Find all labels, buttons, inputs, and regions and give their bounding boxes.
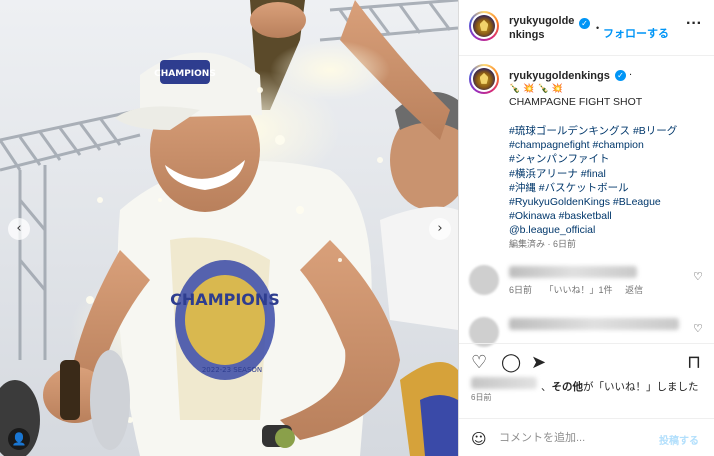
bookmark-save-icon[interactable]: ⊓ [687, 353, 701, 373]
comment-item: ♡ 6日前 「いいね！」1件 返信 [459, 260, 714, 300]
team-logo-icon [473, 15, 495, 37]
hashtag-line[interactable]: #RyukyuGoldenKings #BLeague [509, 195, 709, 209]
comment-composer: ☺ 投稿する [459, 418, 714, 456]
burst-emoji: 💥 [551, 83, 566, 93]
more-options-icon[interactable]: ··· [686, 15, 702, 33]
team-logo-icon [473, 68, 495, 90]
likes-suffix: が「いいね！」しました [583, 381, 699, 393]
share-send-icon[interactable]: ➤ [531, 353, 546, 373]
author-avatar[interactable] [469, 11, 499, 41]
comment-like-icon[interactable]: ♡ [693, 322, 703, 335]
blurred-comment-text [509, 266, 637, 278]
author-username-link[interactable]: ryukyugoldenkings [509, 14, 581, 42]
hashtag-line[interactable]: #琉球ゴールデンキングス #Bリーグ [509, 124, 709, 138]
instagram-post-viewer: CHAMPIONS CHAMPIONS 2022-23 SEASON ‹ › 👤 [0, 0, 714, 456]
blurred-liker-name [471, 377, 537, 389]
post-photo[interactable]: CHAMPIONS CHAMPIONS 2022-23 SEASON ‹ › 👤 [0, 0, 458, 456]
header-separator: • [596, 23, 600, 33]
post-comment-button[interactable]: 投稿する [659, 432, 699, 447]
emoji-picker-icon[interactable]: ☺ [471, 430, 487, 448]
tagged-users-button[interactable]: 👤 [8, 428, 30, 450]
comment-like-icon[interactable]: ♡ [693, 270, 703, 283]
comment-bubble-icon[interactable]: ◯ [501, 353, 521, 373]
blurred-comment-text [509, 318, 679, 330]
shirt-season-text: 2022-23 SEASON [202, 366, 262, 374]
likes-summary: 、その他が「いいね！」しました [459, 372, 714, 402]
likes-others-link[interactable]: その他 [552, 381, 584, 393]
hashtag-line[interactable]: #champagnefight #champion [509, 138, 709, 152]
cap-logo-text: CHAMPIONS [154, 69, 216, 79]
likes-prefix: 、 [541, 381, 552, 393]
comment-likes-count[interactable]: 「いいね！」1件 [545, 285, 613, 295]
hashtag-list: #琉球ゴールデンキングス #Bリーグ #champagnefight #cham… [509, 124, 709, 238]
caption-emojis: 🍾💥🍾💥 [509, 83, 566, 94]
hashtag-line[interactable]: #Okinawa #basketball [509, 209, 709, 223]
verified-badge-icon: ✓ [579, 18, 590, 29]
likes-text: 、その他が「いいね！」しました [541, 379, 699, 394]
comment-meta: 6日前 「いいね！」1件 返信 [509, 283, 653, 296]
reply-button[interactable]: 返信 [625, 285, 643, 295]
comment-time: 6日前 [509, 285, 533, 295]
add-comment-input[interactable] [499, 428, 649, 448]
person-icon: 👤 [11, 432, 27, 446]
verified-badge-icon: ✓ [615, 70, 626, 81]
hashtag-line[interactable]: #シャンパンファイト [509, 152, 709, 166]
hashtag-line[interactable]: #横浜アリーナ #final [509, 167, 709, 181]
previous-image-button[interactable]: ‹ [8, 218, 30, 240]
burst-emoji: 💥 [523, 83, 538, 93]
champagne-emoji: 🍾 [537, 83, 552, 93]
post-header: ryukyugoldenkings ✓ • フォローする ··· [459, 0, 714, 56]
shirt-logo-text: CHAMPIONS [170, 290, 280, 309]
follow-button[interactable]: フォローする [603, 25, 669, 41]
caption-text: CHAMPAGNE FIGHT SHOT [509, 96, 643, 108]
champagne-emoji: 🍾 [509, 83, 524, 93]
mention-link[interactable]: @b.league_official [509, 223, 709, 237]
caption-separator: . [629, 66, 633, 78]
like-heart-icon[interactable]: ♡ [471, 353, 487, 373]
post-date: 6日前 [471, 393, 492, 402]
edited-timestamp: 編集済み · 6日前 [509, 239, 577, 249]
caption-author-avatar[interactable] [469, 64, 499, 94]
hashtag-line[interactable]: #沖縄 #バスケットボール [509, 181, 709, 195]
next-image-button[interactable]: › [429, 218, 451, 240]
post-side-panel: ryukyugoldenkings ✓ • フォローする ··· ryukyug… [458, 0, 714, 456]
caption-username-link[interactable]: ryukyugoldenkings [509, 70, 610, 82]
post-caption: ryukyugoldenkings ✓ . 🍾💥🍾💥 CHAMPAGNE FIG… [459, 56, 714, 246]
champagne-celebration-image: CHAMPIONS CHAMPIONS 2022-23 SEASON [0, 0, 458, 456]
commenter-avatar[interactable] [469, 265, 499, 295]
